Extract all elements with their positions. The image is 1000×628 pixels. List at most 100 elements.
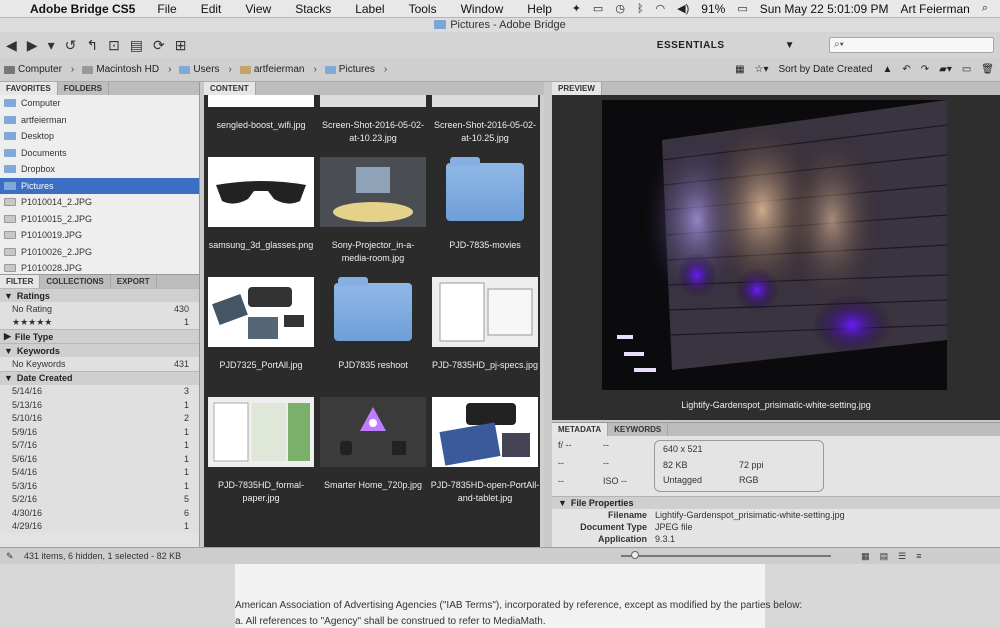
return-icon[interactable]: ↰ — [86, 37, 98, 54]
favorite-item[interactable]: P1010014_2.JPG — [0, 194, 199, 211]
favorite-item[interactable]: Pictures — [0, 177, 199, 194]
menu-tools[interactable]: Tools — [397, 2, 449, 16]
date-filter-row[interactable]: 5/13/16 1 — [0, 398, 199, 412]
thumbnail-item[interactable]: PJD-7835HD_pj-specs.jpg — [430, 277, 540, 372]
crumb-computer[interactable]: Computer › — [4, 64, 74, 75]
pin-icon[interactable]: ✎ — [6, 551, 14, 562]
favorite-item[interactable]: P1010015_2.JPG — [0, 211, 199, 228]
date-filter-row[interactable]: 5/6/16 1 — [0, 452, 199, 466]
rotate-left-icon[interactable]: ↶ — [902, 64, 910, 75]
app-menu[interactable]: Adobe Bridge CS5 — [0, 2, 145, 16]
forward-icon[interactable]: ▶ — [27, 37, 38, 54]
bluetooth-icon[interactable]: ᛒ — [637, 3, 644, 15]
thumbnail-item[interactable]: PJD-7835HD_formal-paper.jpg — [206, 397, 316, 505]
filter-group-keywords[interactable]: ▼ Keywords — [0, 343, 199, 357]
date-filter-row[interactable]: 5/7/16 1 — [0, 439, 199, 453]
date-filter-row[interactable]: 4/29/16 1 — [0, 520, 199, 534]
details-view-icon[interactable]: ☰ — [898, 551, 906, 562]
filter-quality-icon[interactable]: ▦ — [735, 64, 744, 75]
tab-folders[interactable]: FOLDERS — [58, 82, 109, 95]
favorite-item[interactable]: P1010028.JPG — [0, 260, 199, 274]
menu-edit[interactable]: Edit — [189, 2, 234, 16]
open-recent-icon[interactable]: ▰▾ — [939, 64, 952, 75]
filter-row[interactable]: No Rating 430 — [0, 302, 199, 316]
back-icon[interactable]: ◀ — [6, 37, 17, 54]
favorite-item[interactable]: P1010026_2.JPG — [0, 244, 199, 261]
menu-help[interactable]: Help — [515, 2, 564, 16]
volume-icon[interactable]: ◀) — [677, 2, 689, 15]
thumbnail-item[interactable]: PJD7325_PortAll.jpg — [206, 277, 316, 372]
date-filter-row[interactable]: 5/10/16 2 — [0, 412, 199, 426]
favorite-item[interactable]: Computer — [0, 95, 199, 112]
date-filter-row[interactable]: 5/4/16 1 — [0, 466, 199, 480]
date-filter-row[interactable]: 4/30/16 6 — [0, 506, 199, 520]
thumbnail-view-icon[interactable]: ▤ — [880, 551, 889, 562]
menu-window[interactable]: Window — [449, 2, 516, 16]
tab-filter[interactable]: FILTER — [0, 275, 41, 288]
grid-lock-icon[interactable]: ▦ — [861, 551, 870, 562]
battery-percent[interactable]: 91% — [701, 2, 725, 16]
crumb-artfeierman[interactable]: artfeierman › — [239, 64, 317, 75]
thumbnail-item[interactable]: PJD-7835HD-open-PortAll-and-tablet.jpg — [430, 397, 540, 505]
rating-filter-icon[interactable]: ☆▾ — [755, 64, 769, 75]
filter-group-date-created[interactable]: ▼ Date Created — [0, 370, 199, 385]
battery-icon[interactable]: ▭ — [737, 2, 747, 15]
sort-ascending-icon[interactable]: ▲ — [882, 64, 892, 75]
thumbnail-item[interactable]: sengled-boost_wifi.jpg — [206, 95, 316, 132]
favorite-item[interactable]: Desktop — [0, 128, 199, 145]
refine-icon[interactable]: ▤ — [130, 37, 143, 54]
filter-row[interactable]: ★★★★★ 1 — [0, 316, 199, 330]
recent-folders-icon[interactable]: ↺ — [65, 37, 77, 54]
date-filter-row[interactable]: 5/2/16 5 — [0, 493, 199, 507]
menu-view[interactable]: View — [233, 2, 283, 16]
slider-knob[interactable] — [631, 551, 640, 559]
filter-group-ratings[interactable]: ▼ Ratings — [0, 288, 199, 302]
file-properties-header[interactable]: ▼ File Properties — [552, 496, 1000, 509]
output-icon[interactable]: ⊞ — [175, 37, 187, 54]
date-filter-row[interactable]: 5/9/16 1 — [0, 425, 199, 439]
thumbnail-item[interactable]: Screen-Shot-2016-05-02-at-10.23.jpg — [318, 95, 428, 145]
tab-collections[interactable]: COLLECTIONS — [40, 275, 111, 288]
camera-download-icon[interactable]: ⊡ — [108, 37, 120, 54]
tab-keywords[interactable]: KEYWORDS — [608, 423, 669, 436]
tab-metadata[interactable]: METADATA — [552, 423, 609, 436]
favorite-item[interactable]: artfeierman — [0, 112, 199, 129]
thumbnail-item[interactable]: PJD-7835-movies — [430, 157, 540, 252]
thumbnail-item[interactable]: Smarter Home_720p.jpg — [318, 397, 428, 492]
favorite-item[interactable]: Dropbox — [0, 161, 199, 178]
tab-favorites[interactable]: FAVORITES — [0, 82, 58, 95]
spotlight-icon[interactable]: ⌕ — [982, 2, 988, 15]
rotate-right-icon[interactable]: ↷ — [921, 64, 929, 75]
workspace-essentials[interactable]: ESSENTIALS — [657, 40, 725, 51]
thumbnail-item[interactable]: Sony-Projector_in-a-media-room.jpg — [318, 157, 428, 265]
favorite-item[interactable]: P1010019.JPG — [0, 227, 199, 244]
rotate-icon[interactable]: ⟳ — [153, 37, 165, 54]
tab-export[interactable]: EXPORT — [111, 275, 157, 288]
preview-image[interactable] — [602, 100, 947, 390]
date-filter-row[interactable]: 5/3/16 1 — [0, 479, 199, 493]
menubar-user[interactable]: Art Feierman — [900, 2, 969, 16]
crumb-users[interactable]: Users › — [179, 64, 232, 75]
tab-content[interactable]: CONTENT — [204, 82, 256, 95]
thumbnail-item[interactable]: Screen-Shot-2016-05-02-at-10.25.jpg — [430, 95, 540, 145]
menu-stacks[interactable]: Stacks — [283, 2, 343, 16]
new-folder-icon[interactable]: ▭ — [962, 64, 971, 75]
menubar-clock[interactable]: Sun May 22 5:01:09 PM — [760, 2, 889, 16]
favorite-item[interactable]: Documents — [0, 145, 199, 162]
menu-label[interactable]: Label — [343, 2, 396, 16]
workspace-dropdown-icon[interactable]: ▼ — [785, 40, 795, 51]
tab-preview[interactable]: PREVIEW — [552, 82, 602, 95]
delete-icon[interactable]: 🗑 — [981, 64, 994, 75]
filter-group-file-type[interactable]: ▶ File Type — [0, 329, 199, 343]
wifi-icon[interactable]: ◠ — [656, 2, 666, 15]
crumb-pictures[interactable]: Pictures › — [324, 64, 387, 75]
thumbnail-item[interactable]: samsung_3d_glasses.png — [206, 157, 316, 252]
airplay-icon[interactable]: ▭ — [593, 2, 603, 15]
filter-row[interactable]: No Keywords 431 — [0, 357, 199, 371]
thumbnail-size-slider[interactable] — [621, 551, 832, 559]
thumbnail-item[interactable]: PJD7835 reshoot — [318, 277, 428, 372]
list-view-icon[interactable]: ≡ — [916, 551, 921, 562]
dropbox-icon[interactable]: ✦ — [572, 2, 581, 15]
search-input[interactable]: ⌕▾ — [829, 37, 994, 53]
time-machine-icon[interactable]: ◷ — [615, 2, 625, 15]
